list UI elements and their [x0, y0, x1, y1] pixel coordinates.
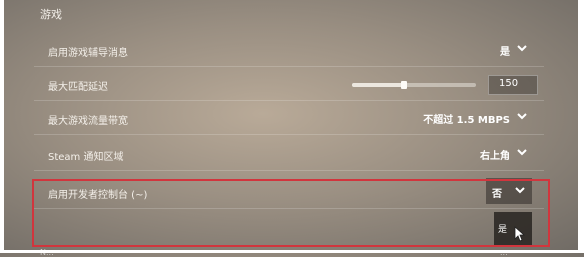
settings-panel: 游戏 启用游戏辅导消息 是 最大匹配延迟 150 最大游戏流量带宽 不超过 1.… [0, 0, 584, 257]
setting-row-max-latency[interactable]: 最大匹配延迟 150 [34, 70, 544, 101]
chevron-down-icon[interactable] [516, 42, 528, 54]
slider-fill [352, 83, 405, 87]
setting-label: Steam 通知区域 [48, 152, 124, 163]
latency-number-value: 150 [499, 78, 519, 89]
screenshot-border-left [0, 0, 4, 253]
setting-value[interactable]: 不超过 1.5 MBPS [423, 111, 510, 126]
chevron-down-icon[interactable] [516, 146, 528, 158]
setting-label: 最大游戏流量带宽 [48, 116, 128, 127]
setting-value[interactable]: 是 [500, 43, 510, 58]
chevron-down-icon[interactable] [516, 110, 528, 122]
setting-row-bandwidth[interactable]: 最大游戏流量带宽 不超过 1.5 MBPS [34, 104, 544, 135]
slider-thumb[interactable] [401, 81, 408, 89]
setting-label: 最大匹配延迟 [48, 82, 108, 93]
latency-number-input[interactable]: 150 [488, 75, 538, 95]
section-title: 游戏 [40, 8, 62, 21]
latency-slider[interactable] [352, 81, 476, 89]
highlight-box [32, 179, 550, 247]
setting-label: 启用游戏辅导消息 [48, 48, 128, 59]
setting-value[interactable]: 右上角 [480, 147, 510, 162]
screenshot-border-right [578, 0, 584, 253]
setting-row-steam-notify[interactable]: Steam 通知区域 右上角 [34, 140, 544, 171]
setting-row-tutor-messages[interactable]: 启用游戏辅导消息 是 [34, 36, 544, 67]
